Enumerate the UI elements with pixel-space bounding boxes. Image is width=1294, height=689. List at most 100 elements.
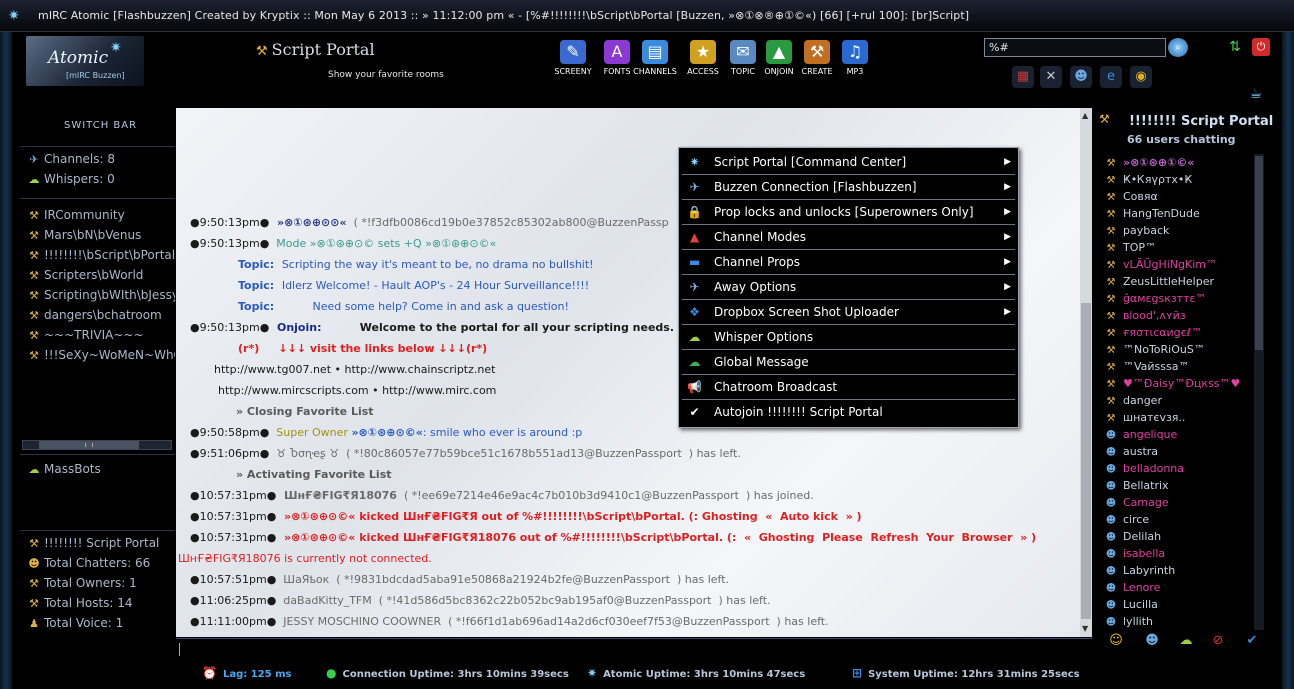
- nick-item[interactable]: ☻ Camage: [1099, 494, 1269, 511]
- user-icon[interactable]: ☻: [1143, 632, 1161, 650]
- chrome-icon[interactable]: ◉: [1130, 66, 1152, 88]
- logo-text: Atomic: [48, 48, 109, 68]
- menu-item[interactable]: 🔒 Prop locks and unlocks [Superowners Onl…: [682, 200, 1015, 225]
- nick-item[interactable]: ⚒ HangTenDude: [1099, 205, 1269, 222]
- nick-item[interactable]: ⚒ vLÃÜgHiNgKim™: [1099, 256, 1269, 273]
- menu-item[interactable]: ✷ Script Portal [Command Center] ▶: [682, 150, 1015, 175]
- nick-item[interactable]: ☻ belladonna: [1099, 460, 1269, 477]
- sidebar-item-channel[interactable]: ⚒ Mars\bN\bVenus: [20, 225, 175, 245]
- nick-item[interactable]: ☻ angelique: [1099, 426, 1269, 443]
- sidebar-item-channel[interactable]: ⚒ IRCommunity: [20, 205, 175, 225]
- room-info-item: ♟ Total Voice: 1: [20, 613, 175, 633]
- hammer-icon: ⚒: [29, 289, 39, 302]
- search-input[interactable]: [984, 38, 1166, 57]
- nick-item[interactable]: ☻ Lucilla: [1099, 596, 1269, 613]
- nick-item[interactable]: ⚒ ♥™Ðaisy™Ðцкѕѕ™♥: [1099, 375, 1269, 392]
- menu-item[interactable]: 📢 Chatroom Broadcast: [682, 375, 1015, 400]
- nick-item[interactable]: ⚒ Ҝ•Ꮶяүρтх•Ҝ: [1099, 171, 1269, 188]
- menu-item-label: Away Options: [714, 280, 797, 294]
- whisper-icon[interactable]: ☁: [1177, 632, 1195, 650]
- menu-item[interactable]: ✔ Autojoin !!!!!!!! Script Portal: [682, 400, 1015, 425]
- sidebar-item-channel[interactable]: ⚒ Scripting\bWIth\bJessy: [20, 285, 175, 305]
- menu-item[interactable]: ☁ Global Message: [682, 350, 1015, 375]
- nick-item[interactable]: ⚒ danger: [1099, 392, 1269, 409]
- menu-item-label: Whisper Options: [714, 330, 814, 344]
- scrollbar-thumb[interactable]: [39, 441, 139, 449]
- power-icon[interactable]: ⏻: [1252, 38, 1270, 56]
- nick-item[interactable]: ☻ lyllith: [1099, 613, 1269, 630]
- menu-item[interactable]: ☁ Whisper Options: [682, 325, 1015, 350]
- nick-item[interactable]: ⚒ ™NoToRiOuS™: [1099, 341, 1269, 358]
- nicklist-scrollbar[interactable]: [1254, 154, 1264, 630]
- switch-bar-header: SWITCH BAR: [20, 108, 175, 146]
- menu-item-icon: ✔: [689, 405, 700, 419]
- nick-item[interactable]: ☻ austra: [1099, 443, 1269, 460]
- portal-title-text: Script Portal: [271, 40, 375, 59]
- chat-text: ШаЯҍок ( *!9831bdcdad5aba91e50868a21924b…: [276, 573, 730, 586]
- scrollbar-thumb[interactable]: [1081, 303, 1091, 619]
- menu-item-icon: 🔒: [687, 205, 702, 219]
- menu-item[interactable]: ❖ Dropbox Screen Shot Uploader ▶: [682, 300, 1015, 325]
- menu-item[interactable]: ▲ Channel Modes ▶: [682, 225, 1015, 250]
- sidebar-stat[interactable]: ✈ Channels: 8: [20, 149, 175, 169]
- nick-item[interactable]: ☻ Bellatrix: [1099, 477, 1269, 494]
- ie-icon[interactable]: e: [1100, 66, 1122, 88]
- sidebar-item-channel[interactable]: ⚒ Scripters\bWorld: [20, 265, 175, 285]
- nick-item[interactable]: ☻ isabella: [1099, 545, 1269, 562]
- channels-button[interactable]: ▤ CHANNELS: [632, 40, 678, 80]
- nick-item[interactable]: ☻ Labyrinth: [1099, 562, 1269, 579]
- menu-item[interactable]: ✈ Away Options ▶: [682, 275, 1015, 300]
- smiley-icon[interactable]: ☺: [1107, 632, 1125, 650]
- search-icon[interactable]: ⌕: [1168, 38, 1188, 57]
- scrollbar-thumb[interactable]: [1255, 156, 1263, 350]
- nick-item[interactable]: ⚒ шнатєvзя..: [1099, 409, 1269, 426]
- chat-text: http://www.mircscripts.com • http://www.…: [218, 384, 497, 397]
- timestamp: ●10:57:31pm●: [190, 489, 277, 502]
- sidebar-item-channel[interactable]: ⚒!!!SeXy~WoMeN~WhO~\: [20, 345, 175, 365]
- scroll-down-icon[interactable]: ▼: [1082, 624, 1088, 633]
- chat-input[interactable]: [176, 638, 1092, 660]
- user-level-icon: ☻: [1105, 481, 1117, 492]
- stats-box: ✈ Channels: 8 ☁ Whispers: 0: [20, 146, 175, 196]
- tools-icon[interactable]: ✕: [1040, 66, 1062, 88]
- menu-item-icon: ▲: [689, 230, 700, 244]
- nick-item[interactable]: ⚒ ғяσтιcαиgєℓ™: [1099, 324, 1269, 341]
- chat-vertical-scrollbar[interactable]: ▲ ▼: [1080, 108, 1092, 637]
- menu-item-label: Global Message: [714, 355, 809, 369]
- channels-icon: ▤: [642, 40, 668, 64]
- user-level-icon: ⚒: [1106, 311, 1116, 322]
- nick-item[interactable]: ☻ Delilah: [1099, 528, 1269, 545]
- nick-item[interactable]: ⚒ ™Vaйsssa™: [1099, 358, 1269, 375]
- menu-item[interactable]: ✈ Buzzen Connection [Flashbuzzen] ▶: [682, 175, 1015, 200]
- right-frame: [1282, 32, 1294, 689]
- users-grid-icon[interactable]: ▦: [1012, 66, 1034, 88]
- nick-item[interactable]: ⚒ ğαмɛgѕкɜттɛ™: [1099, 290, 1269, 307]
- title-bar[interactable]: ✷ mIRC Atomic [Flashbuzzen] Created by K…: [0, 0, 1294, 32]
- refresh-icon[interactable]: ⇅: [1226, 38, 1244, 56]
- nick-item[interactable]: ☻ Lenore: [1099, 579, 1269, 596]
- nick-item[interactable]: ⚒ ʙlood',ʌʏйз: [1099, 307, 1269, 324]
- mp3-button[interactable]: ♫ MP3: [832, 40, 878, 80]
- nick-list[interactable]: ⚒ »⊗①⊛⊕①©« ⚒ Ҝ•Ꮶяүρтх•Ҝ ⚒ Cовяα ⚒ HangTenDude ⚒ p…: [1099, 154, 1269, 630]
- scroll-up-icon[interactable]: ▲: [1082, 111, 1088, 120]
- check-icon[interactable]: ✔: [1243, 632, 1261, 650]
- screeny-button[interactable]: ✎ SCREENY: [550, 40, 596, 80]
- hammer-icon: ⚒: [29, 269, 39, 282]
- menu-item[interactable]: ▬ Channel Props ▶: [682, 250, 1015, 275]
- nick-item[interactable]: ⚒ TOP™: [1099, 239, 1269, 256]
- nick-item[interactable]: ⚒ Cовяα: [1099, 188, 1269, 205]
- sidebar-item-massbots[interactable]: ☁ MassBots: [20, 459, 175, 479]
- sidebar-stat[interactable]: ☁ Whispers: 0: [20, 169, 175, 189]
- sidebar-item-channel[interactable]: ⚒ dangers\bchatroom: [20, 305, 175, 325]
- atom-icon: ✷: [587, 666, 598, 680]
- cup-icon[interactable]: ☕: [1244, 86, 1268, 104]
- nick-item[interactable]: ☻ circe: [1099, 511, 1269, 528]
- sidebar-item-channel[interactable]: ⚒ ~~~TRIVIA~~~: [20, 325, 175, 345]
- sidebar-horizontal-scrollbar[interactable]: [22, 440, 172, 450]
- group-icon[interactable]: ☻: [1070, 66, 1092, 88]
- nick-item[interactable]: ⚒ ZeusLittleHelper: [1099, 273, 1269, 290]
- nick-item[interactable]: ⚒ payback: [1099, 222, 1269, 239]
- block-icon[interactable]: ⊘: [1209, 632, 1227, 650]
- sidebar-item-channel[interactable]: ⚒ !!!!!!!!\bScript\bPortal: [20, 245, 175, 265]
- nick-item[interactable]: ⚒ »⊗①⊛⊕①©«: [1099, 154, 1269, 171]
